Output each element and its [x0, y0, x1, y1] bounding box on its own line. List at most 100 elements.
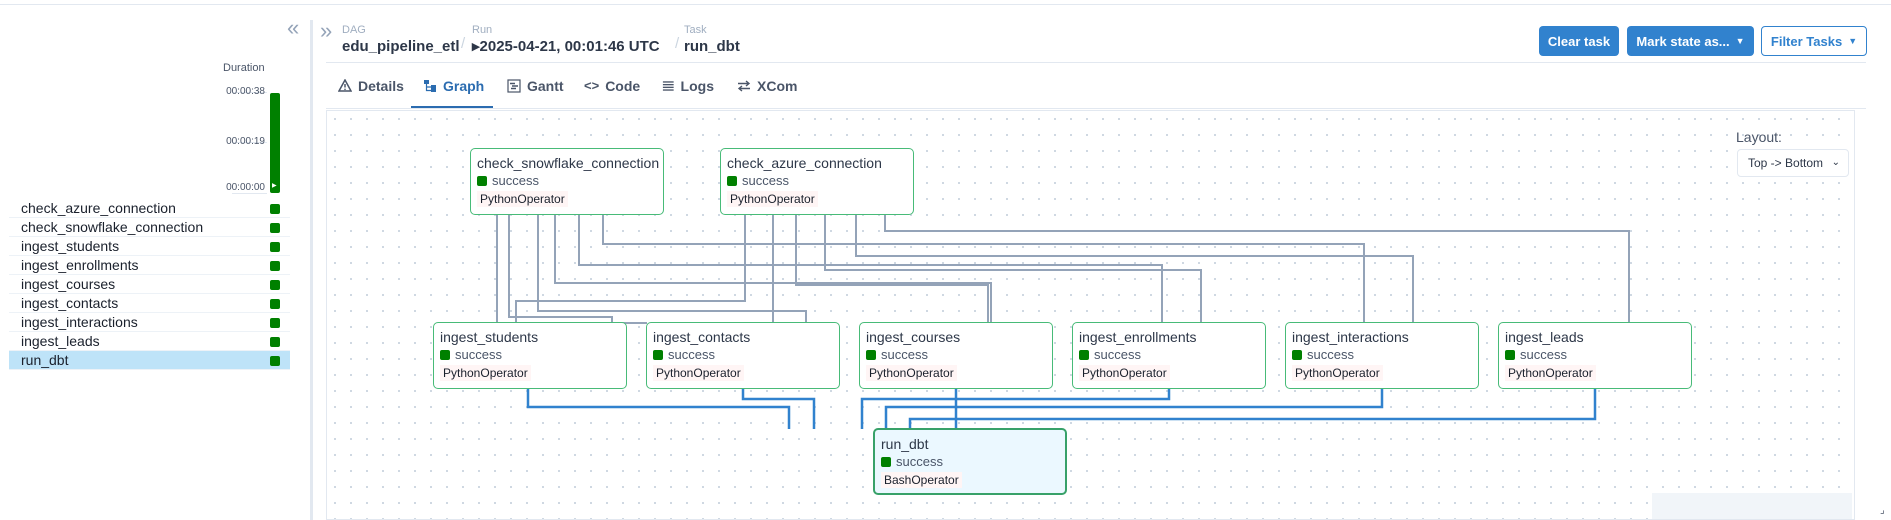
- task-row[interactable]: check_azure_connection: [9, 199, 290, 218]
- tab-graph[interactable]: Graph: [411, 78, 493, 108]
- task-row-name: run_dbt: [21, 352, 69, 368]
- task-row-name: ingest_students: [21, 238, 120, 254]
- node-state: success: [881, 455, 1059, 469]
- filter-tasks-button[interactable]: Filter Tasks ▼: [1761, 26, 1867, 56]
- task-instance-status-square[interactable]: [270, 204, 280, 214]
- task-instance-status-square[interactable]: [270, 318, 280, 328]
- duration-tick: 00:00:00: [226, 182, 265, 193]
- xcom-icon: [737, 80, 751, 92]
- edge-upstream: [884, 214, 1630, 323]
- tab-gantt[interactable]: Gantt: [507, 78, 567, 108]
- task-node-ingest-leads[interactable]: ingest_leads success PythonOperator: [1498, 322, 1692, 389]
- task-node-check-snowflake-connection[interactable]: check_snowflake_connection success Pytho…: [470, 148, 664, 215]
- layout-select[interactable]: Top -> Bottom ⌄: [1737, 149, 1849, 177]
- state-square-icon: [440, 350, 450, 360]
- tab-xcom[interactable]: XCom: [737, 78, 799, 108]
- node-operator: PythonOperator: [1505, 365, 1596, 381]
- node-task-id: ingest_contacts: [653, 329, 751, 345]
- task-instance-status-square[interactable]: [270, 299, 280, 309]
- breadcrumb-task[interactable]: Task run_dbt: [684, 24, 740, 56]
- duration-tick: 00:00:19: [226, 136, 265, 147]
- task-row[interactable]: ingest_enrollments: [9, 256, 290, 275]
- state-square-icon: [1292, 350, 1302, 360]
- warning-icon: [338, 79, 352, 92]
- breadcrumb-task-value[interactable]: run_dbt: [684, 37, 740, 56]
- play-icon: ▶: [272, 183, 277, 189]
- task-instance-status-square[interactable]: [270, 337, 280, 347]
- task-row[interactable]: ingest_contacts: [9, 294, 290, 313]
- duration-title: Duration: [223, 62, 265, 74]
- graph-minimap[interactable]: [1652, 493, 1852, 519]
- airflow-dag-view: « Duration 00:00:38 00:00:19 00:00:00 ▶ …: [0, 0, 1891, 520]
- node-task-id: check_snowflake_connection: [477, 155, 660, 171]
- tab-logs-label: Logs: [680, 78, 714, 94]
- task-node-ingest-courses[interactable]: ingest_courses success PythonOperator: [859, 322, 1053, 389]
- node-state: success: [653, 348, 833, 362]
- task-row-name: ingest_courses: [21, 276, 116, 292]
- tab-code[interactable]: <> Code: [584, 78, 640, 108]
- breadcrumb-dag-label: DAG: [342, 24, 366, 36]
- node-task-id: run_dbt: [881, 436, 929, 452]
- clear-task-button[interactable]: Clear task: [1539, 26, 1619, 56]
- filter-tasks-label: Filter Tasks: [1770, 33, 1843, 49]
- node-task-id: ingest_leads: [1505, 329, 1584, 345]
- node-operator: PythonOperator: [866, 365, 957, 381]
- task-instance-status-square[interactable]: [270, 280, 280, 290]
- graph-canvas[interactable]: Layout: Top -> Bottom ⌄ check_snowflake_…: [326, 110, 1855, 520]
- breadcrumb-dag[interactable]: DAG edu_pipeline_etl: [342, 24, 460, 56]
- node-state: success: [440, 348, 620, 362]
- task-row[interactable]: ingest_leads: [9, 332, 290, 351]
- mark-state-label: Mark state as...: [1636, 33, 1730, 49]
- breadcrumb-separator: /: [675, 35, 680, 52]
- task-node-run-dbt[interactable]: run_dbt success BashOperator: [873, 428, 1067, 495]
- run-duration-bar[interactable]: [270, 93, 280, 193]
- task-node-ingest-students[interactable]: ingest_students success PythonOperator: [433, 322, 627, 389]
- task-row[interactable]: run_dbt: [9, 351, 290, 370]
- node-task-id: ingest_enrollments: [1079, 329, 1197, 345]
- tab-logs[interactable]: Logs: [662, 78, 714, 108]
- tab-gantt-label: Gantt: [527, 78, 564, 94]
- task-row[interactable]: ingest_interactions: [9, 313, 290, 332]
- collapse-grid-icon[interactable]: «: [287, 17, 299, 39]
- task-row[interactable]: ingest_students: [9, 237, 290, 256]
- tab-graph-label: Graph: [443, 78, 485, 94]
- task-row[interactable]: check_snowflake_connection: [9, 218, 290, 237]
- edge-to-selected: [741, 389, 816, 429]
- node-state-label: success: [668, 347, 715, 362]
- edge-to-selected: [526, 389, 791, 429]
- task-node-ingest-contacts[interactable]: ingest_contacts success PythonOperator: [646, 322, 840, 389]
- task-row[interactable]: ingest_courses: [9, 275, 290, 294]
- panel-divider[interactable]: [310, 20, 313, 520]
- clear-task-label: Clear task: [1547, 33, 1611, 49]
- edge-upstream: [496, 214, 647, 324]
- breadcrumb-run-value[interactable]: ▸2025-04-21, 00:01:46 UTC: [472, 37, 660, 56]
- node-state-label: success: [1094, 347, 1141, 362]
- breadcrumb-dag-value[interactable]: edu_pipeline_etl: [342, 37, 460, 56]
- task-row-name: check_snowflake_connection: [21, 219, 204, 235]
- node-state-label: success: [1307, 347, 1354, 362]
- breadcrumb-run-label: Run: [472, 24, 493, 36]
- node-operator: PythonOperator: [477, 191, 568, 207]
- state-square-icon: [1505, 350, 1515, 360]
- duration-gridline: [232, 193, 267, 194]
- gantt-icon: [507, 79, 521, 93]
- task-instance-status-square[interactable]: [270, 261, 280, 271]
- task-instance-status-square[interactable]: [270, 223, 280, 233]
- edge-to-selected: [884, 389, 1384, 429]
- state-square-icon: [653, 350, 663, 360]
- caret-down-icon: ▼: [1848, 36, 1858, 46]
- tab-details[interactable]: Details: [338, 78, 406, 108]
- node-state-label: success: [455, 347, 502, 362]
- task-node-check-azure-connection[interactable]: check_azure_connection success PythonOpe…: [720, 148, 914, 215]
- task-instance-status-square[interactable]: [270, 242, 280, 252]
- task-node-ingest-interactions[interactable]: ingest_interactions success PythonOperat…: [1285, 322, 1479, 389]
- task-instance-status-square[interactable]: [270, 356, 280, 366]
- mark-state-button[interactable]: Mark state as... ▼: [1627, 26, 1754, 56]
- breadcrumb-task-label: Task: [684, 24, 707, 36]
- task-node-ingest-enrollments[interactable]: ingest_enrollments success PythonOperato…: [1072, 322, 1266, 389]
- node-operator: PythonOperator: [653, 365, 744, 381]
- edge-upstream: [508, 214, 613, 323]
- breadcrumb-run[interactable]: Run ▸2025-04-21, 00:01:46 UTC: [472, 24, 660, 56]
- tab-code-label: Code: [605, 78, 641, 94]
- expand-details-icon[interactable]: »: [320, 20, 332, 42]
